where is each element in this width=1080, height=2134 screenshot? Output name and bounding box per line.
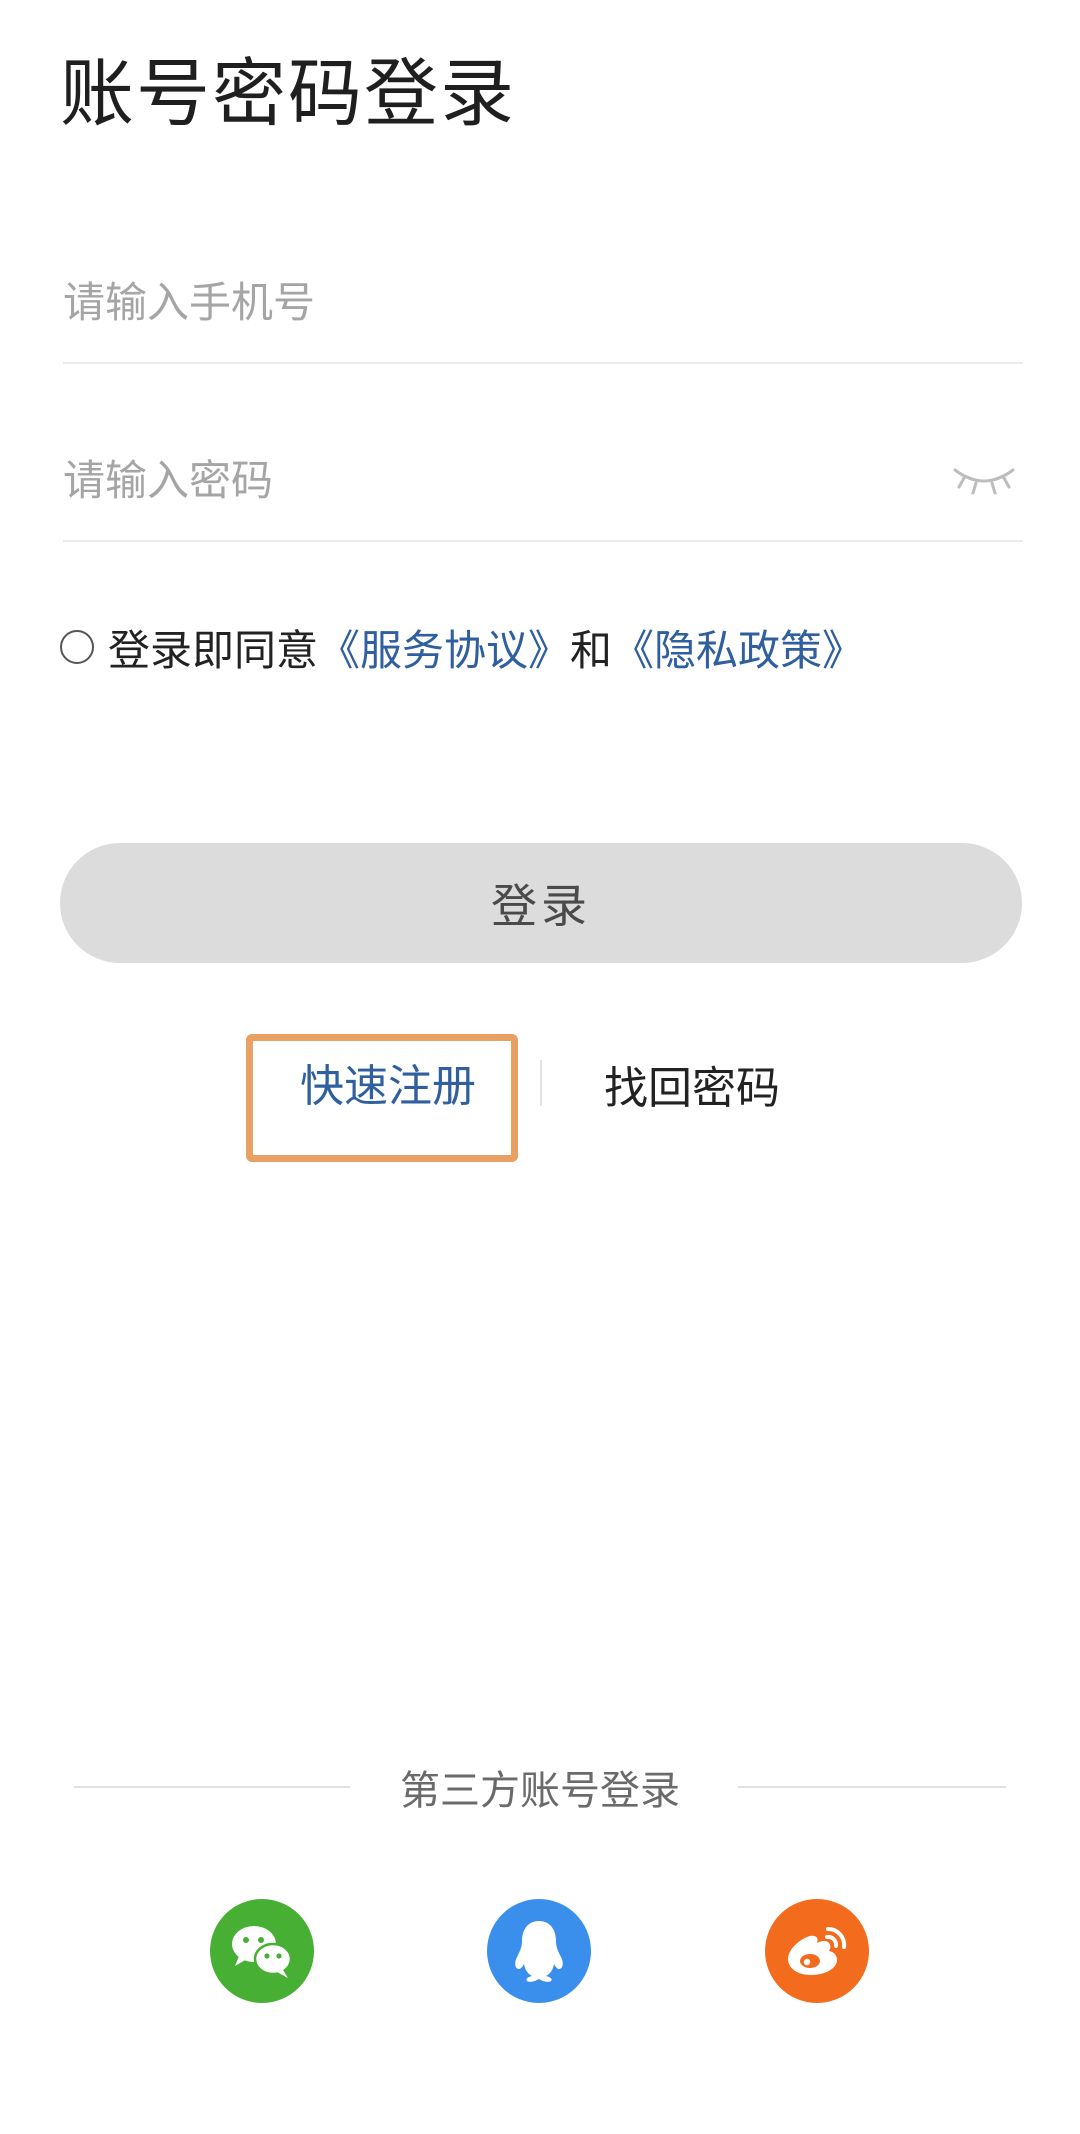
login-button[interactable]: 登录 bbox=[60, 843, 1022, 963]
divider-line-right bbox=[738, 1786, 1006, 1788]
find-password-link[interactable]: 找回密码 bbox=[604, 1052, 780, 1116]
qq-penguin-icon bbox=[515, 1921, 563, 1982]
wechat-login-button[interactable] bbox=[210, 1899, 314, 2003]
eye-closed-icon[interactable] bbox=[951, 462, 1017, 498]
password-field bbox=[63, 420, 1023, 542]
service-agreement-link[interactable]: 《服务协议》 bbox=[318, 617, 570, 678]
privacy-policy-link[interactable]: 《隐私政策》 bbox=[612, 617, 864, 678]
third-party-divider: 第三方账号登录 bbox=[74, 1752, 1006, 1822]
quick-register-link[interactable]: 快速注册 bbox=[300, 1050, 476, 1114]
password-input[interactable] bbox=[63, 420, 923, 540]
weibo-login-button[interactable] bbox=[765, 1899, 869, 2003]
agreement-row: 登录即同意 《服务协议》 和 《隐私政策》 bbox=[60, 612, 864, 682]
links-divider bbox=[540, 1060, 542, 1106]
agreement-prefix: 登录即同意 bbox=[108, 625, 319, 675]
phone-field bbox=[63, 242, 1023, 364]
agreement-conjunction: 和 bbox=[570, 625, 613, 675]
agreement-radio[interactable] bbox=[60, 630, 94, 664]
weibo-icon bbox=[788, 1926, 847, 1975]
wechat-icon bbox=[232, 1926, 293, 1978]
qq-login-button[interactable] bbox=[487, 1899, 591, 2003]
phone-input[interactable] bbox=[63, 242, 923, 362]
page-title: 账号密码登录 bbox=[60, 51, 516, 137]
